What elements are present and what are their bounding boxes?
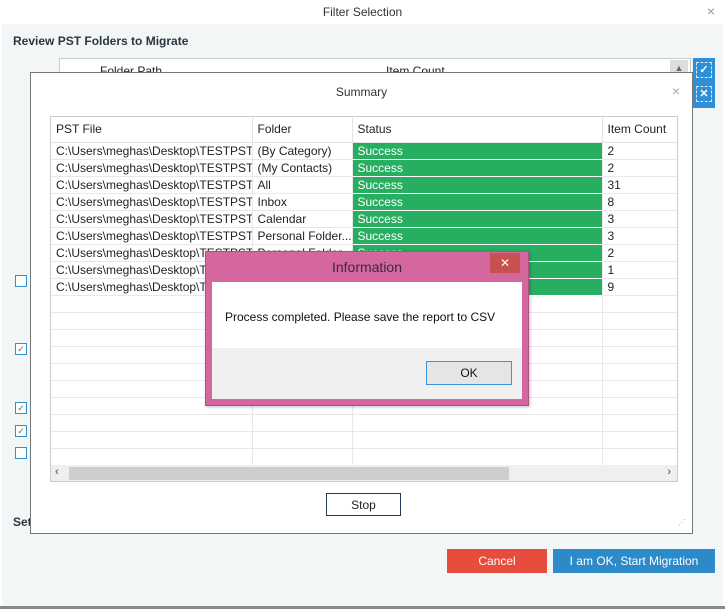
option-checkbox-2[interactable]: ✓ <box>15 343 27 355</box>
close-icon[interactable]: ✕ <box>490 253 520 273</box>
table-row[interactable]: C:\Users\meghas\Desktop\TESTPST .... (By … <box>51 142 677 160</box>
table-row[interactable]: C:\Users\meghas\Desktop\TESTPST .... Cale… <box>51 210 677 228</box>
column-header-folder[interactable]: Folder <box>252 117 353 143</box>
settings-label: Set <box>13 515 32 529</box>
resize-grip-icon[interactable]: ⋰ <box>678 518 686 527</box>
item-count-cell: 31 <box>602 176 677 194</box>
folder-cell: All <box>252 176 353 194</box>
item-count-cell: 1 <box>602 261 677 279</box>
empty-row <box>51 448 677 466</box>
item-count-cell: 8 <box>602 193 677 211</box>
close-icon[interactable]: × <box>672 83 680 99</box>
empty-cell <box>602 380 677 398</box>
empty-cell <box>352 414 603 432</box>
deselect-all-icon[interactable]: ✕ <box>696 86 712 102</box>
folder-cell: (By Category) <box>252 142 353 160</box>
empty-cell <box>602 431 677 449</box>
item-count-cell: 2 <box>602 159 677 177</box>
pst-file-cell: C:\Users\meghas\Desktop\TESTPST .... <box>51 159 253 177</box>
status-cell: Success <box>352 210 603 228</box>
empty-cell <box>352 448 603 466</box>
start-migration-button[interactable]: I am OK, Start Migration <box>553 549 715 573</box>
status-cell: Success <box>352 227 603 245</box>
item-count-cell: 3 <box>602 227 677 245</box>
empty-cell <box>51 414 253 432</box>
close-icon[interactable]: × <box>707 3 715 19</box>
pst-file-cell: C:\Users\meghas\Desktop\TESTPST .... <box>51 193 253 211</box>
information-footer: OK <box>212 348 522 399</box>
table-row[interactable]: C:\Users\meghas\Desktop\TESTPST .... (My … <box>51 159 677 177</box>
status-cell: Success <box>352 142 603 160</box>
column-header-item-count[interactable]: Item Count <box>602 117 677 143</box>
select-all-icon[interactable]: ✓ <box>696 62 712 78</box>
empty-cell <box>602 346 677 364</box>
information-message: Process completed. Please save the repor… <box>225 310 496 324</box>
empty-cell <box>252 414 353 432</box>
item-count-cell: 9 <box>602 278 677 296</box>
option-checkbox-4[interactable]: ✓ <box>15 425 27 437</box>
folder-cell: Personal Folder... <box>252 227 353 245</box>
information-title: Information <box>331 259 403 275</box>
empty-cell <box>602 363 677 381</box>
status-cell: Success <box>352 159 603 177</box>
folder-cell: (My Contacts) <box>252 159 353 177</box>
empty-cell <box>602 448 677 466</box>
review-heading: Review PST Folders to Migrate <box>13 34 189 48</box>
column-header-pst-file[interactable]: PST File <box>51 117 253 143</box>
empty-cell <box>252 431 353 449</box>
information-dialog: Information ✕ Process completed. Please … <box>205 251 529 406</box>
option-checkbox-5[interactable] <box>15 447 27 459</box>
empty-cell <box>602 397 677 415</box>
pst-file-cell: C:\Users\meghas\Desktop\TESTPST .... <box>51 227 253 245</box>
empty-cell <box>252 448 353 466</box>
status-cell: Success <box>352 176 603 194</box>
empty-cell <box>602 295 677 313</box>
item-count-cell: 3 <box>602 210 677 228</box>
horizontal-scrollbar[interactable]: ‹ › <box>51 465 677 481</box>
empty-cell <box>51 448 253 466</box>
table-row[interactable]: C:\Users\meghas\Desktop\TESTPST .... All S… <box>51 176 677 194</box>
empty-row <box>51 414 677 432</box>
item-count-cell: 2 <box>602 142 677 160</box>
empty-cell <box>602 329 677 347</box>
option-checkbox-3[interactable]: ✓ <box>15 402 27 414</box>
empty-cell <box>51 431 253 449</box>
information-body: Process completed. Please save the repor… <box>212 282 522 348</box>
empty-row <box>51 431 677 449</box>
window-titlebar: Filter Selection × <box>0 0 725 24</box>
status-cell: Success <box>352 193 603 211</box>
empty-cell <box>352 431 603 449</box>
stop-button[interactable]: Stop <box>326 493 401 516</box>
folder-cell: Inbox <box>252 193 353 211</box>
ok-button[interactable]: OK <box>426 361 512 385</box>
summary-header-row: PST File Folder Status Item Count <box>51 117 677 143</box>
scroll-left-icon[interactable]: ‹ <box>55 466 59 478</box>
pst-file-cell: C:\Users\meghas\Desktop\TESTPST .... <box>51 176 253 194</box>
table-row[interactable]: C:\Users\meghas\Desktop\TESTPST ....Pers… <box>51 227 677 245</box>
selection-toolbar: ✓ ✕ <box>693 58 715 108</box>
empty-cell <box>602 312 677 330</box>
window-title: Filter Selection <box>322 5 403 19</box>
folder-cell: Calendar <box>252 210 353 228</box>
summary-title: Summary <box>335 85 388 99</box>
item-count-cell: 2 <box>602 244 677 262</box>
pst-file-cell: C:\Users\meghas\Desktop\TESTPST .... <box>51 210 253 228</box>
scrollbar-thumb[interactable] <box>69 467 509 480</box>
scroll-right-icon[interactable]: › <box>667 466 671 478</box>
column-header-status[interactable]: Status <box>352 117 603 143</box>
table-row[interactable]: C:\Users\meghas\Desktop\TESTPST .... Inbo… <box>51 193 677 211</box>
option-checkbox-1[interactable] <box>15 275 27 287</box>
cancel-button[interactable]: Cancel <box>447 549 547 573</box>
empty-cell <box>602 414 677 432</box>
pst-file-cell: C:\Users\meghas\Desktop\TESTPST .... <box>51 142 253 160</box>
